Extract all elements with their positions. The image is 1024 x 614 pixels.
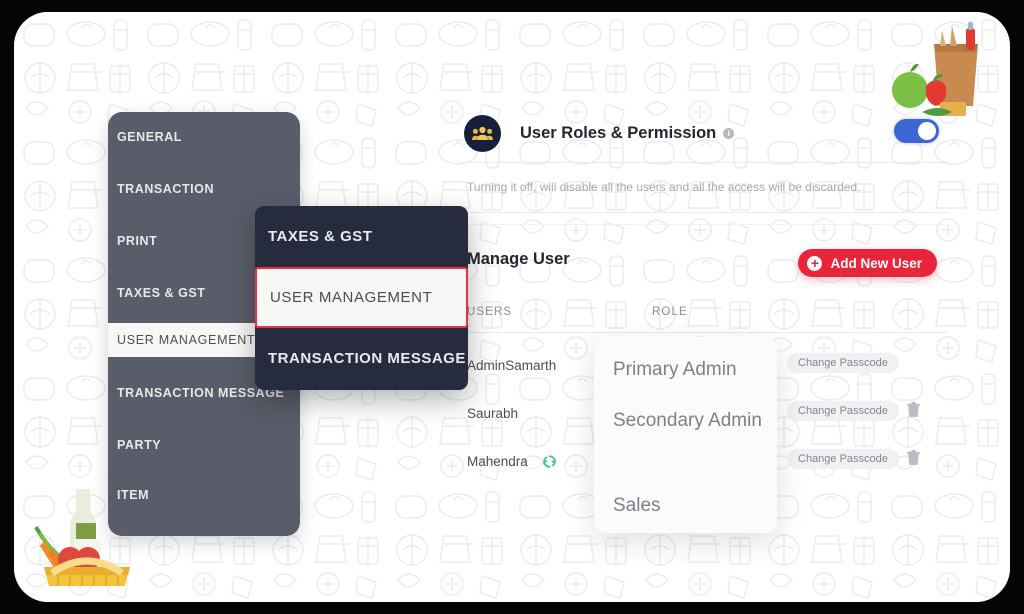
delete-icon[interactable] [907,402,920,422]
divider-description [462,212,948,213]
user-name: AdminSamarth [467,358,557,373]
manage-user-title: Manage User [467,250,570,268]
role-dropdown[interactable]: Primary Admin Secondary Admin Sales [594,337,777,533]
change-passcode-button[interactable]: Change Passcode [787,353,899,373]
sync-icon[interactable] [543,455,556,473]
plus-icon: + [807,255,823,271]
sidebar-item-general[interactable]: GENERAL [108,120,300,154]
add-new-user-button[interactable]: + Add New User [798,249,937,277]
panel-header: User Roles & Permission i [454,104,948,162]
role-option-sales[interactable]: Sales [613,492,661,520]
sidebar-item-label: PRINT [117,234,158,248]
delete-icon[interactable] [907,450,920,470]
callout-item-user-management[interactable]: USER MANAGEMENT [255,267,468,328]
sidebar-item-label: USER MANAGEMENT [117,333,256,347]
divider-section [462,224,948,225]
sidebar-item-label: PARTY [117,438,162,452]
column-header-users: USERS [467,306,513,318]
role-option-secondary-admin[interactable]: Secondary Admin [613,407,762,435]
sidebar-item-label: GENERAL [117,130,182,144]
sidebar-item-item[interactable]: ITEM [108,478,300,512]
screenshot-stage: GENERAL TRANSACTION PRINT TAXES & GST US… [0,0,1024,614]
callout-item-label: USER MANAGEMENT [270,289,433,306]
divider-table-head [462,332,948,333]
user-roles-toggle[interactable] [894,119,939,143]
sidebar-item-label: ITEM [117,488,150,502]
app-card: GENERAL TRANSACTION PRINT TAXES & GST US… [14,12,1010,602]
divider-header [462,162,948,163]
user-name: Mahendra [467,454,528,469]
toggle-knob [918,122,936,140]
panel-description: Turning it off, will disable all the use… [467,180,861,194]
user-name: Saurabh [467,406,519,421]
menu-callout-overlay[interactable]: TAXES & GST USER MANAGEMENT TRANSACTION … [255,206,468,390]
sidebar-item-transaction[interactable]: TRANSACTION [108,172,300,206]
user-group-icon [464,114,501,152]
page-title: User Roles & Permission [520,123,717,142]
change-passcode-button[interactable]: Change Passcode [787,449,899,469]
sidebar-item-label: TRANSACTION [117,182,215,196]
info-icon[interactable]: i [723,127,735,139]
column-header-role: ROLE [652,306,688,318]
sidebar-item-party[interactable]: PARTY [108,428,300,462]
role-option-primary-admin[interactable]: Primary Admin [613,356,737,384]
change-passcode-button[interactable]: Change Passcode [787,401,899,421]
callout-item-taxes-gst[interactable]: TAXES & GST [255,206,468,267]
add-new-user-label: Add New User [830,255,922,271]
callout-item-label: TRANSACTION MESSAGE [268,350,466,367]
callout-item-transaction-message[interactable]: TRANSACTION MESSAGE [255,328,468,389]
callout-item-label: TAXES & GST [268,228,373,245]
sidebar-item-label: TAXES & GST [117,286,206,300]
